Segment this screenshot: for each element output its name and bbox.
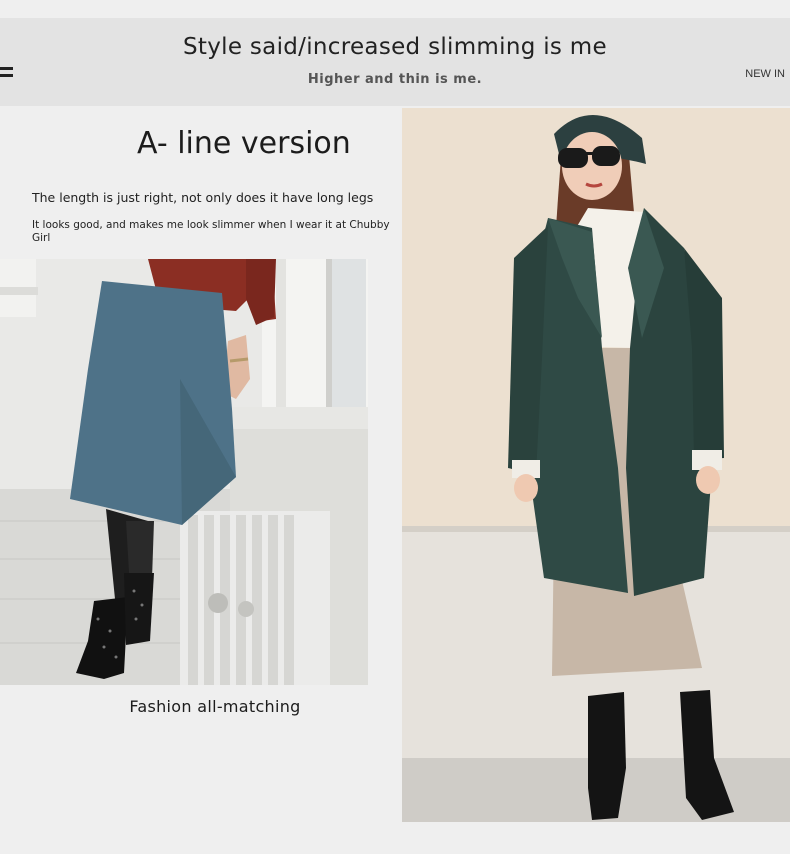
description-line-1: The length is just right, not only does … xyxy=(32,190,374,205)
section-headline: A- line version xyxy=(137,126,351,161)
top-banner: Style said/increased slimming is me High… xyxy=(0,18,790,106)
new-in-tag: NEW IN xyxy=(745,68,785,80)
coat-photo-illustration xyxy=(402,108,790,822)
skirt-photo-illustration xyxy=(0,259,368,685)
skirt-photo xyxy=(0,259,368,685)
photo-caption: Fashion all-matching xyxy=(129,697,301,716)
coat-photo xyxy=(402,108,790,822)
banner-subtitle: Higher and thin is me. xyxy=(307,72,483,87)
description-line-2: It looks good, and makes me look slimmer… xyxy=(32,219,390,244)
banner-title: Style said/increased slimming is me xyxy=(183,34,607,60)
